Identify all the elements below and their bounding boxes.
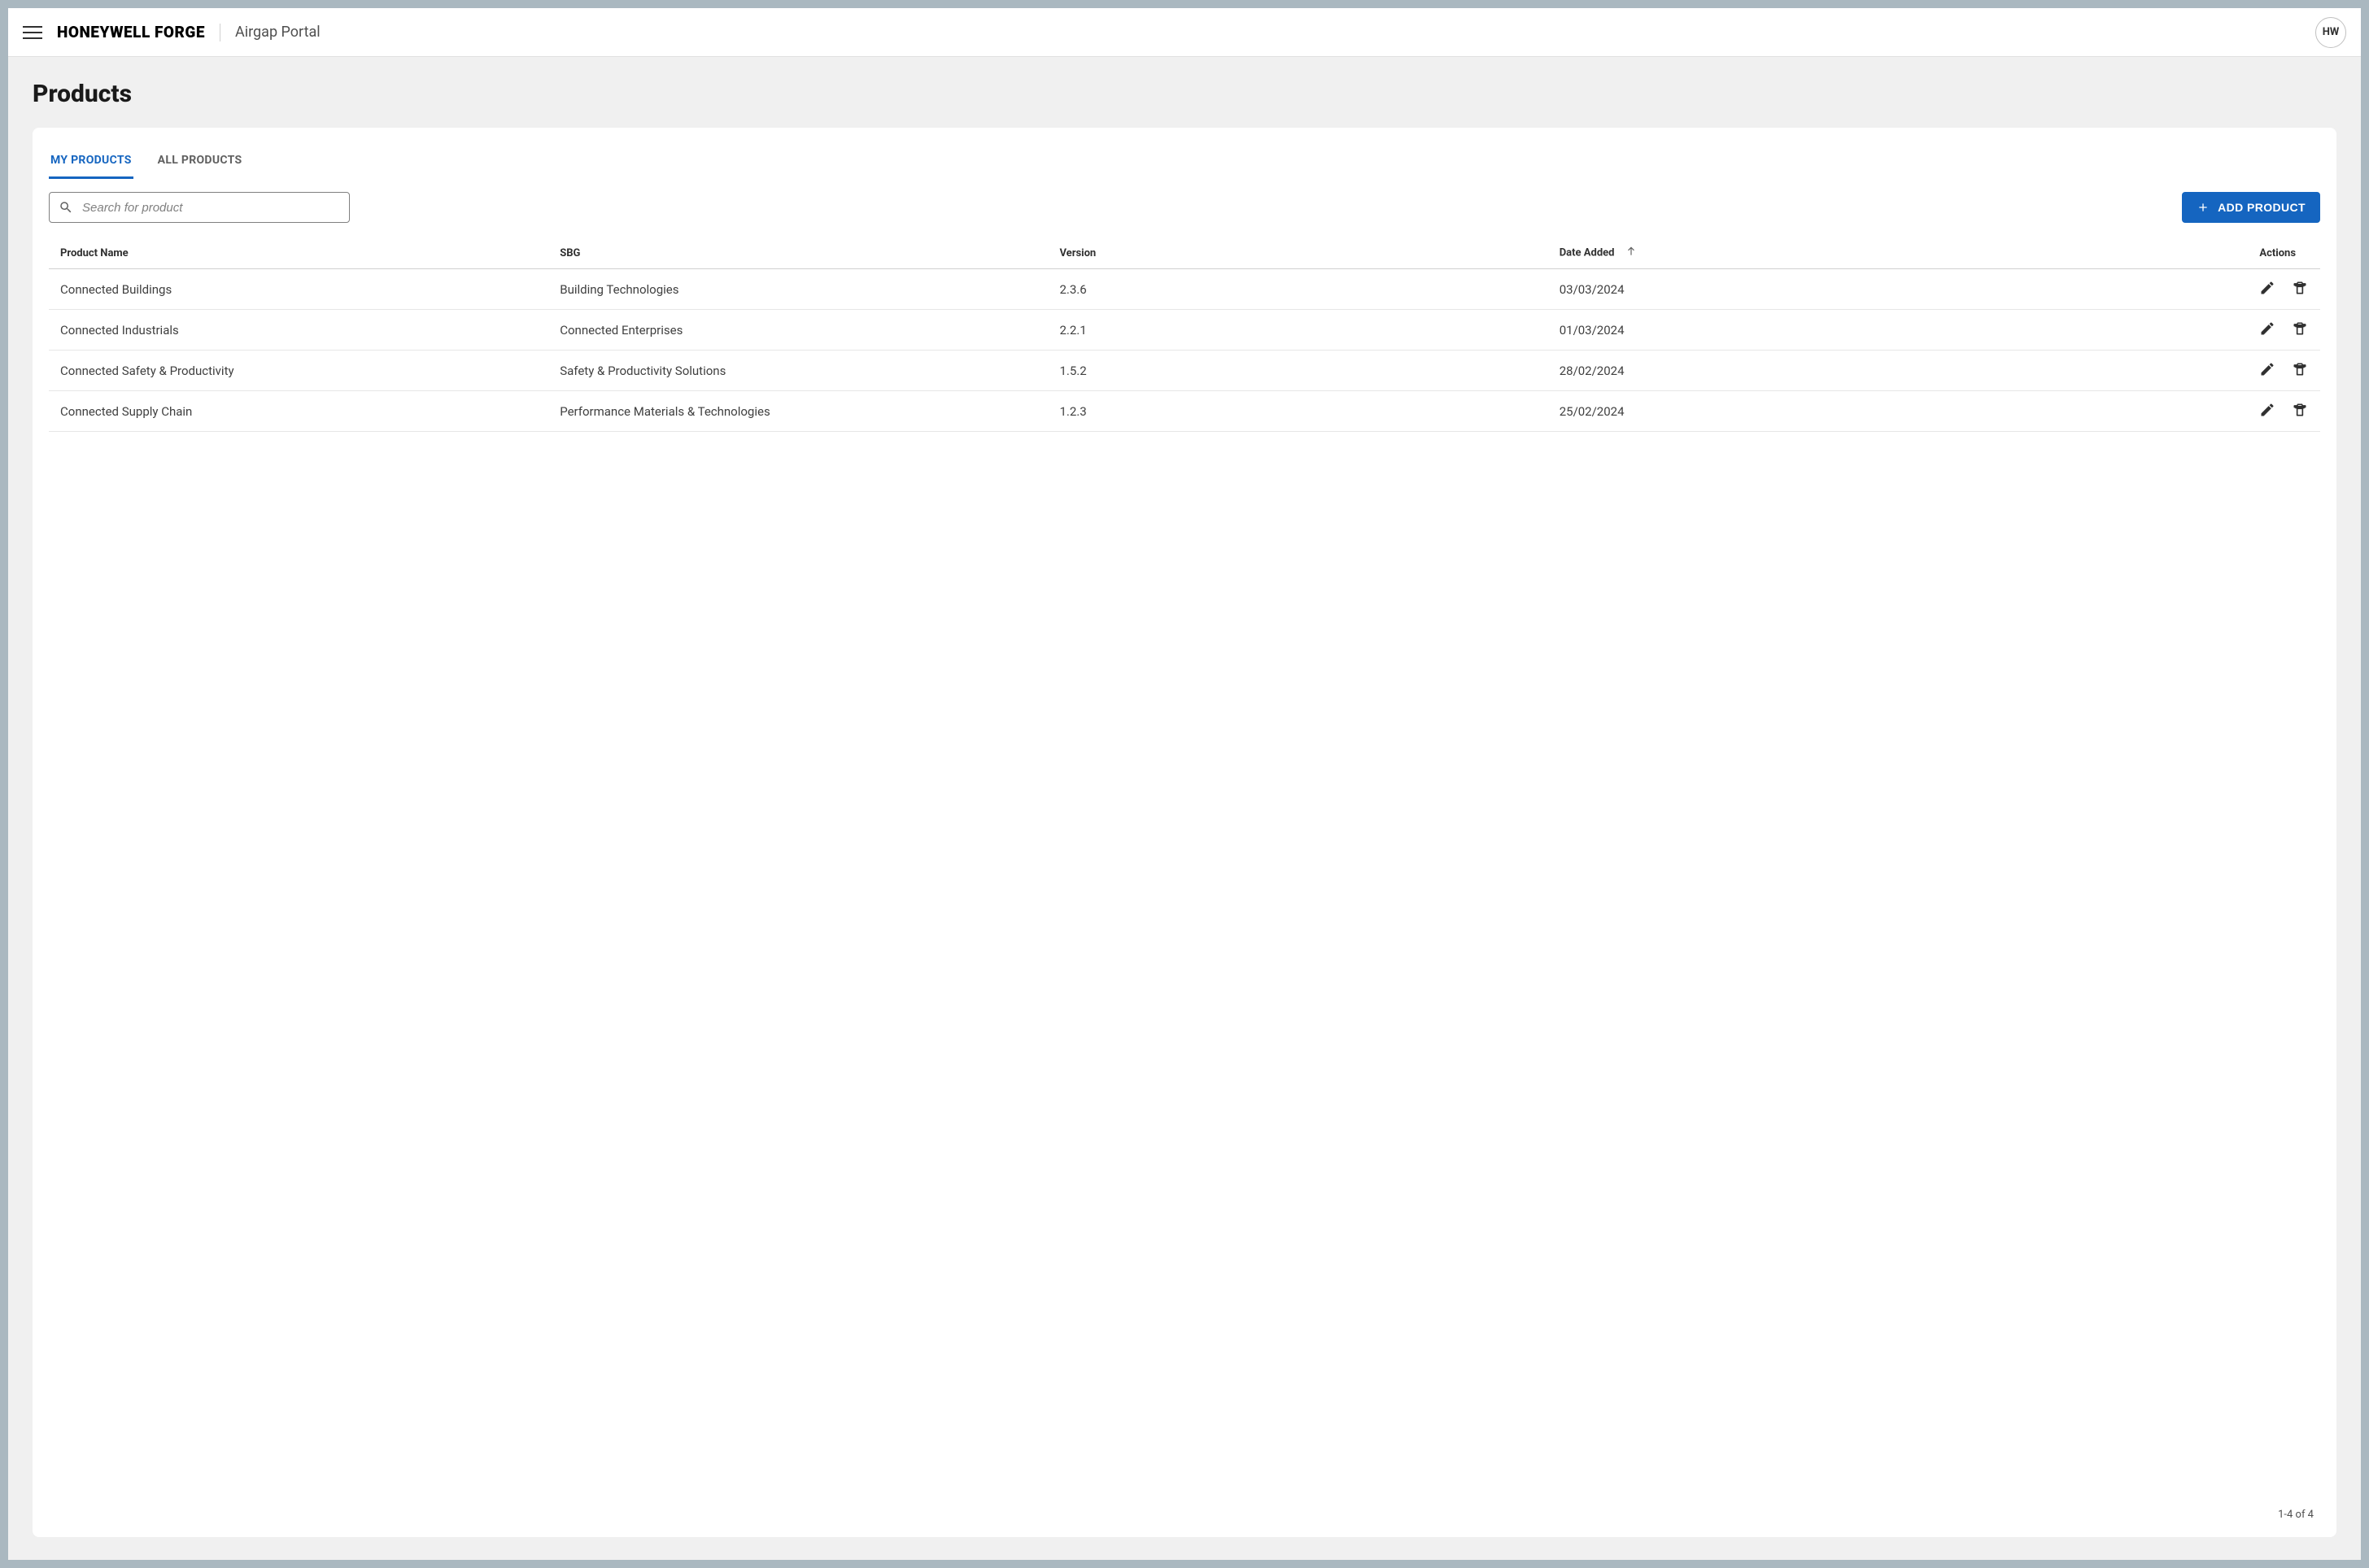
add-product-label: ADD PRODUCT xyxy=(2218,201,2306,214)
delete-icon[interactable] xyxy=(2291,401,2309,419)
col-header-date-added[interactable]: Date Added xyxy=(1548,237,2048,269)
sort-ascending-icon xyxy=(1625,246,1637,260)
search-wrap xyxy=(49,192,350,223)
delete-icon[interactable] xyxy=(2291,360,2309,378)
tab-my-products[interactable]: MY PRODUCTS xyxy=(49,147,133,179)
table-row: Connected Supply ChainPerformance Materi… xyxy=(49,391,2320,432)
cell-actions xyxy=(2048,310,2320,351)
col-header-sbg[interactable]: SBG xyxy=(548,237,1048,269)
table-row: Connected IndustrialsConnected Enterpris… xyxy=(49,310,2320,351)
brand-logo: HONEYWELL FORGE xyxy=(57,23,205,41)
cell-date-added: 03/03/2024 xyxy=(1548,269,2048,310)
col-header-actions: Actions xyxy=(2048,237,2320,269)
delete-icon[interactable] xyxy=(2291,320,2309,338)
cell-date-added: 01/03/2024 xyxy=(1548,310,2048,351)
col-header-name[interactable]: Product Name xyxy=(49,237,548,269)
cell-actions xyxy=(2048,391,2320,432)
cell-date-added: 28/02/2024 xyxy=(1548,351,2048,391)
delete-icon[interactable] xyxy=(2291,279,2309,297)
edit-icon[interactable] xyxy=(2258,360,2276,378)
cell-date-added: 25/02/2024 xyxy=(1548,391,2048,432)
plus-icon xyxy=(2197,201,2210,214)
cell-actions xyxy=(2048,269,2320,310)
portal-name: Airgap Portal xyxy=(235,24,321,41)
tabs: MY PRODUCTS ALL PRODUCTS xyxy=(49,147,2320,179)
cell-sbg: Safety & Productivity Solutions xyxy=(548,351,1048,391)
topbar: HONEYWELL FORGE Airgap Portal HW xyxy=(8,8,2361,57)
edit-icon[interactable] xyxy=(2258,279,2276,297)
cell-version: 2.2.1 xyxy=(1048,310,1547,351)
pagination-label: 1-4 of 4 xyxy=(49,1494,2320,1524)
products-card: MY PRODUCTS ALL PRODUCTS ADD PRODUCT xyxy=(33,128,2336,1537)
edit-icon[interactable] xyxy=(2258,401,2276,419)
cell-sbg: Performance Materials & Technologies xyxy=(548,391,1048,432)
col-header-version[interactable]: Version xyxy=(1048,237,1547,269)
cell-name: Connected Supply Chain xyxy=(49,391,548,432)
cell-actions xyxy=(2048,351,2320,391)
cell-name: Connected Buildings xyxy=(49,269,548,310)
search-icon xyxy=(59,200,73,215)
cell-name: Connected Safety & Productivity xyxy=(49,351,548,391)
add-product-button[interactable]: ADD PRODUCT xyxy=(2182,192,2320,223)
products-table: Product Name SBG Version Date Added Acti… xyxy=(49,237,2320,432)
tab-all-products[interactable]: ALL PRODUCTS xyxy=(156,147,244,179)
cell-version: 1.5.2 xyxy=(1048,351,1547,391)
table-row: Connected BuildingsBuilding Technologies… xyxy=(49,269,2320,310)
cell-version: 2.3.6 xyxy=(1048,269,1547,310)
cell-sbg: Connected Enterprises xyxy=(548,310,1048,351)
page-title: Products xyxy=(33,80,2336,108)
table-row: Connected Safety & ProductivitySafety & … xyxy=(49,351,2320,391)
search-input[interactable] xyxy=(49,192,350,223)
cell-sbg: Building Technologies xyxy=(548,269,1048,310)
menu-icon[interactable] xyxy=(23,23,42,42)
edit-icon[interactable] xyxy=(2258,320,2276,338)
cell-version: 1.2.3 xyxy=(1048,391,1547,432)
avatar[interactable]: HW xyxy=(2315,17,2346,48)
cell-name: Connected Industrials xyxy=(49,310,548,351)
